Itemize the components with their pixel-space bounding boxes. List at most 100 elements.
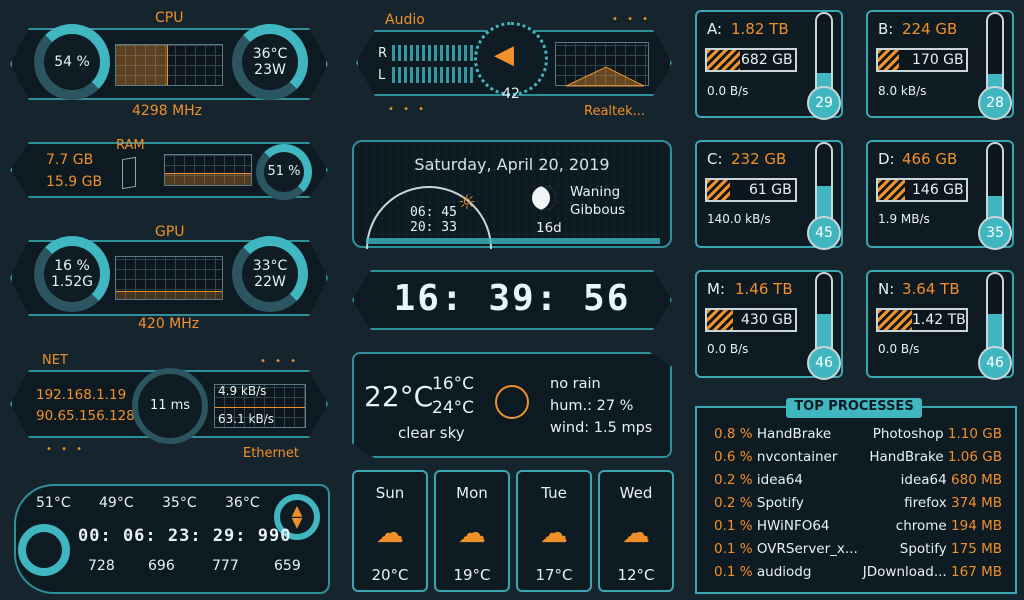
proc-mem-name: JDownload... [862, 564, 947, 580]
drive-d: D: 466 GB 146 GB 1.9 MB/s 35 [866, 140, 1014, 250]
proc-mem-name: idea64 [900, 472, 947, 488]
proc-mem-row[interactable]: Photoshop 1.10 GB [873, 426, 1002, 442]
moon-icon [532, 186, 556, 210]
drive-b: B: 224 GB 170 GB 8.0 kB/s 28 [866, 10, 1014, 120]
date-text: Saturday, April 20, 2019 [414, 155, 610, 174]
proc-cpu-row[interactable]: 0.1 % OVRServer_x... [714, 541, 858, 557]
net-title: NET [42, 353, 68, 368]
rain-cloud-icon: ☁ [622, 516, 650, 549]
proc-mem-size: 194 MB [951, 518, 1002, 534]
drive-label: B: [878, 20, 894, 38]
drive-size: 466 GB [902, 150, 958, 168]
proc-cpu-row[interactable]: 0.1 % HWiNFO64 [714, 518, 830, 534]
value-3: 777 [212, 558, 239, 574]
drive-c: C: 232 GB 61 GB 140.0 kB/s 45 [695, 140, 843, 250]
volume-value: 42 [502, 86, 520, 102]
ram-graph-fill [165, 173, 251, 185]
audio-spectrum [565, 66, 645, 87]
forecast-day-1: Mon ☁ 19°C [434, 470, 510, 592]
proc-mem-row[interactable]: JDownload... 167 MB [863, 564, 1002, 580]
drive-used: 430 GB [741, 312, 793, 328]
drive-label: N: [878, 280, 895, 298]
proc-mem-name: chrome [895, 518, 947, 534]
forecast-day-label: Sun [375, 484, 405, 502]
temp-2: 49°C [99, 495, 134, 511]
proc-cpu-row[interactable]: 0.2 % idea64 [714, 472, 803, 488]
gpu-temp: 33°C [252, 258, 288, 274]
proc-mem-name: Spotify [899, 541, 947, 557]
proc-mem-row[interactable]: HandBrake 1.06 GB [869, 449, 1002, 465]
forecast-temp: 20°C [371, 566, 409, 584]
value-2: 696 [148, 558, 175, 574]
drive-temp: 45 [807, 216, 841, 250]
proc-cpu-row[interactable]: 0.8 % HandBrake [714, 426, 831, 442]
audio-title: Audio [385, 12, 425, 28]
proc-mem-size: 680 MB [951, 472, 1002, 488]
proc-cpu-pct: 0.1 % [714, 564, 753, 580]
net-up: 4.9 kB/s [218, 384, 267, 398]
net-ip-local: 192.168.1.19 [36, 387, 127, 403]
drive-usage-fill [878, 310, 913, 330]
weather-humidity: hum.: 27 % [550, 398, 634, 414]
drive-label: C: [707, 150, 723, 168]
drive-temp: 28 [978, 86, 1012, 120]
proc-cpu-name: HWiNFO64 [756, 518, 830, 534]
net-ip-public: 90.65.156.128 [36, 408, 135, 424]
drive-a: A: 1.82 TB 682 GB 0.0 B/s 29 [695, 10, 843, 120]
proc-mem-row[interactable]: Spotify 175 MB [900, 541, 1002, 557]
forecast-day-3: Wed ☁ 12°C [598, 470, 674, 592]
forecast-day-label: Tue [541, 484, 567, 502]
proc-cpu-row[interactable]: 0.6 % nvcontainer [714, 449, 837, 465]
proc-cpu-name: nvcontainer [756, 449, 838, 465]
proc-mem-name: firefox [904, 495, 947, 511]
temp-1: 51°C [36, 495, 71, 511]
drive-thermometer: 28 [978, 12, 1012, 120]
proc-mem-row[interactable]: idea64 680 MB [901, 472, 1002, 488]
proc-cpu-name: HandBrake [756, 426, 832, 442]
audio-meter-left [392, 67, 474, 83]
drive-label: D: [878, 150, 895, 168]
proc-cpu-pct: 0.2 % [714, 495, 753, 511]
drive-size: 3.64 TB [902, 280, 960, 298]
proc-mem-size: 374 MB [951, 495, 1002, 511]
forecast-day-2: Tue ☁ 17°C [516, 470, 592, 592]
cpu-graph [115, 44, 223, 86]
drive-thermometer: 29 [807, 12, 841, 120]
drive-temp: 46 [807, 346, 841, 380]
audio-graph [555, 42, 649, 87]
rain-cloud-icon: ☁ [458, 516, 486, 549]
forecast-temp: 12°C [617, 566, 655, 584]
sunrise: 06: 45 [410, 205, 457, 220]
proc-mem-row[interactable]: firefox 374 MB [904, 495, 1002, 511]
sun-weather-core [495, 385, 529, 419]
proc-mem-name: Photoshop [872, 426, 944, 442]
weather-temp: 22°C [364, 380, 434, 413]
gpu-graph-fill [116, 291, 222, 299]
proc-mem-row[interactable]: chrome 194 MB [896, 518, 1002, 534]
proc-cpu-row[interactable]: 0.2 % Spotify [714, 495, 804, 511]
proc-cpu-pct: 0.1 % [714, 541, 753, 557]
proc-cpu-row[interactable]: 0.1 % audiodg [714, 564, 811, 580]
cpu-load: 54 % [54, 54, 90, 70]
drive-usage-fill [707, 50, 740, 70]
rain-cloud-icon: ☁ [376, 516, 404, 549]
weather-high: 24°C [432, 398, 475, 418]
uptime: 00: 06: 23: 29: 990 [78, 526, 292, 546]
weather-condition: clear sky [398, 424, 465, 442]
drive-rate: 8.0 kB/s [878, 84, 927, 98]
drive-rate: 0.0 B/s [878, 342, 920, 356]
proc-mem-size: 167 MB [951, 564, 1002, 580]
proc-cpu-name: audiodg [756, 564, 812, 580]
net-dots: • • • [260, 356, 300, 367]
net-graph-line [215, 407, 305, 408]
disk-icon [18, 524, 70, 576]
cpu-power: 23W [254, 62, 286, 78]
drive-size: 224 GB [902, 20, 958, 38]
drive-usage-fill [878, 50, 900, 70]
proc-cpu-pct: 0.1 % [714, 518, 753, 534]
sunset: 20: 33 [410, 220, 457, 235]
forecast-temp: 19°C [453, 566, 491, 584]
rain-cloud-icon: ☁ [540, 516, 568, 549]
moon-age: 16d [536, 220, 562, 236]
gpu-graph [115, 256, 223, 300]
